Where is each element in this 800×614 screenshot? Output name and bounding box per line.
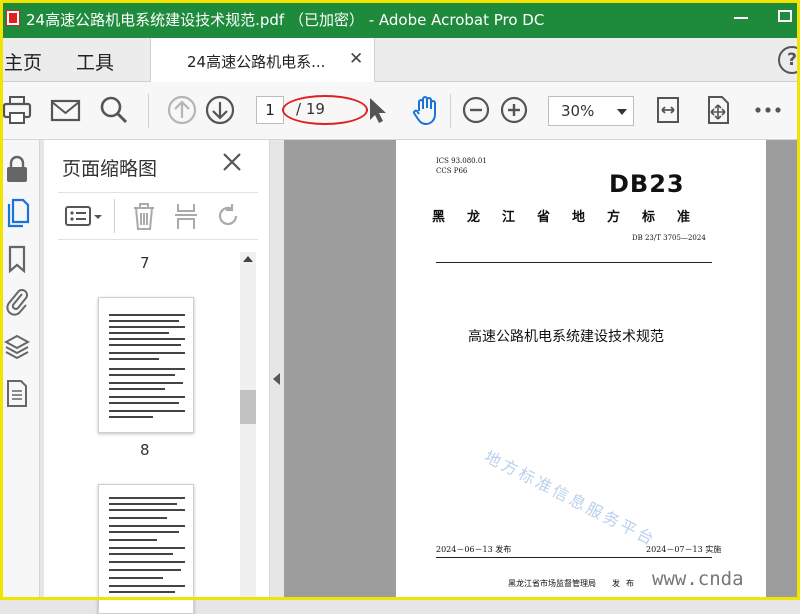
collapse-arrow-icon [273, 373, 280, 385]
scroll-mode-icon[interactable] [702, 94, 734, 126]
issue-date: 2024－06－13 发布 [436, 545, 512, 554]
document-properties-icon[interactable] [4, 378, 30, 408]
ics-code: ICS 93.080.01 CCS P66 [436, 156, 487, 176]
pages-icon[interactable] [4, 198, 30, 228]
thumbnail-page-label: 8 [140, 441, 150, 459]
site-watermark: www.cnda [652, 568, 744, 590]
db-logo: DB23 [609, 170, 685, 198]
toolbar-separator [450, 94, 451, 128]
publisher: 黑龙江省市场监督管理局 [508, 579, 596, 588]
email-icon[interactable] [50, 94, 82, 126]
document-page: ICS 93.080.01 CCS P66 DB23 黑龙江省地方标准 DB 2… [396, 140, 766, 600]
implement-date: 2024－07－13 实施 [646, 545, 722, 554]
close-icon[interactable] [220, 150, 244, 174]
hand-icon[interactable] [410, 94, 442, 126]
panel-collapse-handle[interactable] [270, 140, 284, 600]
standard-type-title: 黑龙江省地方标准 [432, 210, 713, 225]
tab-close-icon[interactable]: ✕ [349, 49, 363, 69]
prev-page-icon[interactable] [166, 94, 198, 126]
title-bar: 24高速公路机电系统建设技术规范.pdf （已加密） - Adobe Acrob… [0, 0, 800, 38]
standard-number: DB 23/T 3705—2024 [632, 234, 706, 242]
zoom-select[interactable]: 30% [548, 96, 634, 126]
page-number-input[interactable]: 1 [256, 96, 284, 124]
maximize-button[interactable] [778, 10, 792, 22]
tab-tools[interactable]: 工具 [76, 48, 114, 75]
header-rule [436, 262, 712, 263]
delete-icon[interactable] [130, 201, 158, 231]
acrobat-app-icon [6, 10, 20, 26]
attachment-icon[interactable] [4, 286, 30, 316]
toolbar: 1 / 19 30% [0, 82, 800, 140]
scrollbar-thumb[interactable] [240, 390, 256, 424]
toolbar-separator [148, 94, 149, 128]
document-tab-label: 24高速公路机电系... [187, 53, 326, 71]
document-view[interactable]: ICS 93.080.01 CCS P66 DB23 黑龙江省地方标准 DB 2… [284, 140, 800, 600]
window-title: 24高速公路机电系统建设技术规范.pdf （已加密） - Adobe Acrob… [26, 11, 545, 29]
options-menu-icon[interactable] [64, 203, 104, 231]
minimize-button[interactable] [734, 9, 748, 23]
footer-rule [436, 557, 712, 558]
thumbnail-toolbar [58, 192, 258, 240]
thumbnail-scrollbar[interactable] [240, 252, 256, 600]
ccs-line: CCS P66 [436, 167, 468, 175]
chevron-down-icon [617, 109, 627, 115]
tab-home[interactable]: 主页 [4, 48, 42, 75]
zoom-value: 30% [561, 102, 595, 120]
document-main-title: 高速公路机电系统建设技术规范 [468, 329, 664, 345]
rotate-icon[interactable] [214, 201, 242, 231]
help-icon[interactable]: ? [778, 46, 800, 74]
more-icon[interactable] [752, 94, 784, 126]
next-page-icon[interactable] [204, 94, 236, 126]
red-annotation-ellipse [282, 95, 368, 125]
page-thumbnail[interactable] [98, 484, 194, 614]
zoom-out-icon[interactable] [460, 94, 492, 126]
print-icon[interactable] [2, 94, 34, 126]
tools-separator [114, 199, 115, 233]
tab-bar: 主页 工具 24高速公路机电系... ✕ ? [0, 38, 800, 82]
thumbnail-panel: 页面缩略图 7 8 [44, 140, 270, 614]
bookmark-icon[interactable] [4, 244, 30, 274]
tab-document[interactable]: 24高速公路机电系... ✕ [150, 38, 375, 82]
ics-line: ICS 93.080.01 [436, 157, 487, 165]
panel-title: 页面缩略图 [62, 158, 158, 180]
fit-page-icon[interactable] [652, 94, 684, 126]
left-tool-rail [0, 140, 40, 600]
lock-icon[interactable] [4, 154, 30, 184]
thumbnail-page-label: 7 [140, 254, 150, 272]
search-icon[interactable] [98, 94, 130, 126]
scroll-up-arrow-icon[interactable] [243, 256, 253, 262]
zoom-in-icon[interactable] [498, 94, 530, 126]
page-thumbnail[interactable] [98, 297, 194, 433]
extract-pages-icon[interactable] [172, 201, 200, 231]
publish-label: 发布 [612, 579, 640, 588]
layers-icon[interactable] [4, 332, 30, 362]
page-watermark: 地方标准信息服务平台 [481, 446, 660, 550]
